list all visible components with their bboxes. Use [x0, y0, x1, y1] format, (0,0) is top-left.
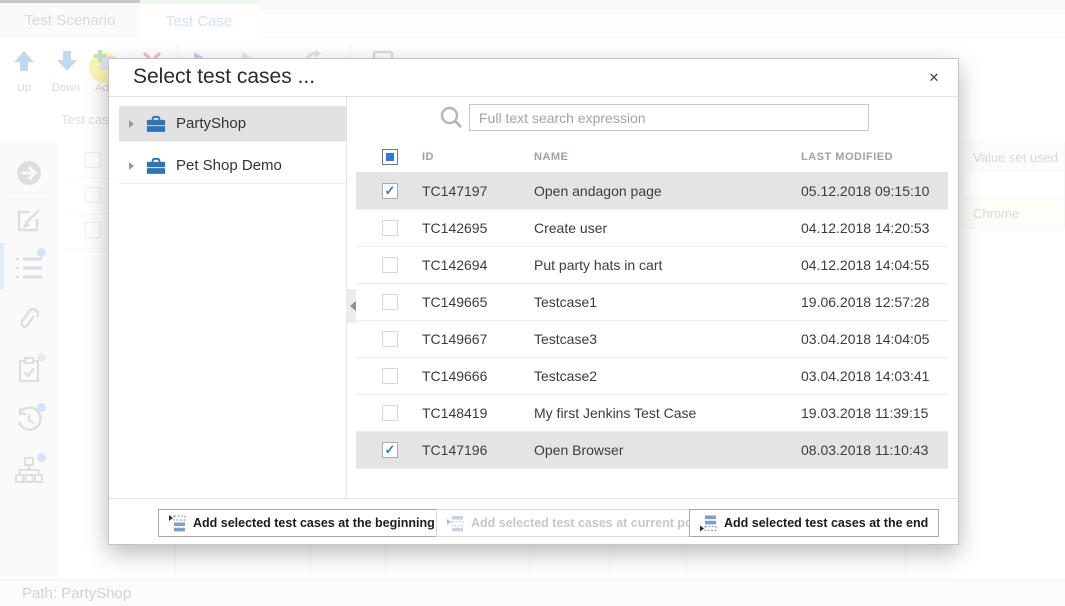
tree-item-pet-shop-demo[interactable]: Pet Shop Demo: [119, 148, 346, 184]
tree-item-partyshop[interactable]: PartyShop: [119, 106, 346, 142]
cell-modified: 08.03.2018 11:10:43: [801, 442, 948, 458]
footer-divider: [109, 498, 958, 499]
cell-modified: 05.12.2018 09:15:10: [801, 183, 948, 199]
cell-name: Open Browser: [534, 442, 801, 458]
cell-id: TC148419: [422, 405, 534, 421]
table-row[interactable]: TC148419 My first Jenkins Test Case 19.0…: [356, 395, 948, 432]
app-screen: Test Scenario Test Case: [0, 0, 1065, 606]
row-checkbox[interactable]: [382, 294, 398, 310]
cell-id: TC147197: [422, 183, 534, 199]
dialog-title: Select test cases ...: [133, 65, 315, 89]
table-row[interactable]: TC147197 Open andagon page 05.12.2018 09…: [356, 173, 948, 210]
cell-modified: 04.12.2018 14:20:53: [801, 220, 948, 236]
cell-name: Create user: [534, 220, 801, 236]
cell-modified: 19.06.2018 12:57:28: [801, 294, 948, 310]
button-label: Add selected test cases at the end: [724, 516, 928, 530]
search-icon: [439, 105, 464, 130]
search-input[interactable]: [469, 104, 869, 131]
column-header-name[interactable]: NAME: [534, 151, 801, 163]
expander-icon[interactable]: [129, 162, 134, 170]
row-checkbox[interactable]: [382, 442, 398, 458]
row-checkbox[interactable]: [382, 368, 398, 384]
cell-modified: 04.12.2018 14:04:55: [801, 257, 948, 273]
cell-id: TC147196: [422, 442, 534, 458]
cell-id: TC142694: [422, 257, 534, 273]
cell-modified: 03.04.2018 14:04:05: [801, 331, 948, 347]
cell-id: TC142695: [422, 220, 534, 236]
project-briefcase-icon: [146, 115, 166, 133]
column-header-id[interactable]: ID: [422, 151, 534, 163]
cell-name: Testcase1: [534, 294, 801, 310]
tree-item-label: Pet Shop Demo: [176, 157, 282, 174]
row-checkbox[interactable]: [382, 183, 398, 199]
tree-item-label: PartyShop: [176, 115, 246, 132]
cell-name: My first Jenkins Test Case: [534, 405, 801, 421]
row-checkbox[interactable]: [382, 257, 398, 273]
insert-beginning-icon: [169, 515, 186, 532]
add-at-beginning-button[interactable]: Add selected test cases at the beginning: [158, 509, 446, 537]
project-briefcase-icon: [146, 157, 166, 175]
select-test-cases-dialog: Select test cases ... ✕ PartyShop Pet Sh…: [108, 58, 959, 545]
insert-position-icon: [447, 515, 464, 532]
row-checkbox[interactable]: [382, 405, 398, 421]
select-all-checkbox[interactable]: [382, 149, 398, 165]
close-icon[interactable]: ✕: [924, 68, 944, 88]
button-label: Add selected test cases at the beginning: [193, 516, 435, 530]
test-case-table: ID NAME LAST MODIFIED TC147197 Open anda…: [356, 141, 948, 469]
expander-icon[interactable]: [129, 120, 134, 128]
cell-id: TC149667: [422, 331, 534, 347]
cell-modified: 03.04.2018 14:03:41: [801, 368, 948, 384]
cell-name: Put party hats in cart: [534, 257, 801, 273]
dialog-header: Select test cases ... ✕: [109, 59, 958, 97]
insert-end-icon: [700, 515, 717, 532]
row-checkbox[interactable]: [382, 220, 398, 236]
cell-id: TC149665: [422, 294, 534, 310]
table-row[interactable]: TC149666 Testcase2 03.04.2018 14:03:41: [356, 358, 948, 395]
table-row[interactable]: TC147196 Open Browser 08.03.2018 11:10:4…: [356, 432, 948, 469]
cell-name: Testcase3: [534, 331, 801, 347]
table-row[interactable]: TC149665 Testcase1 19.06.2018 12:57:28: [356, 284, 948, 321]
column-header-last-modified[interactable]: LAST MODIFIED: [801, 151, 948, 163]
button-label: Add selected test cases at current posit…: [471, 516, 726, 530]
table-row[interactable]: TC142694 Put party hats in cart 04.12.20…: [356, 247, 948, 284]
cell-name: Open andagon page: [534, 183, 801, 199]
table-row[interactable]: TC149667 Testcase3 03.04.2018 14:04:05: [356, 321, 948, 358]
cell-name: Testcase2: [534, 368, 801, 384]
row-checkbox[interactable]: [382, 331, 398, 347]
cell-modified: 19.03.2018 11:39:15: [801, 405, 948, 421]
add-at-end-button[interactable]: Add selected test cases at the end: [689, 509, 939, 537]
table-header-row: ID NAME LAST MODIFIED: [356, 141, 948, 173]
cell-id: TC149666: [422, 368, 534, 384]
table-row[interactable]: TC142695 Create user 04.12.2018 14:20:53: [356, 210, 948, 247]
